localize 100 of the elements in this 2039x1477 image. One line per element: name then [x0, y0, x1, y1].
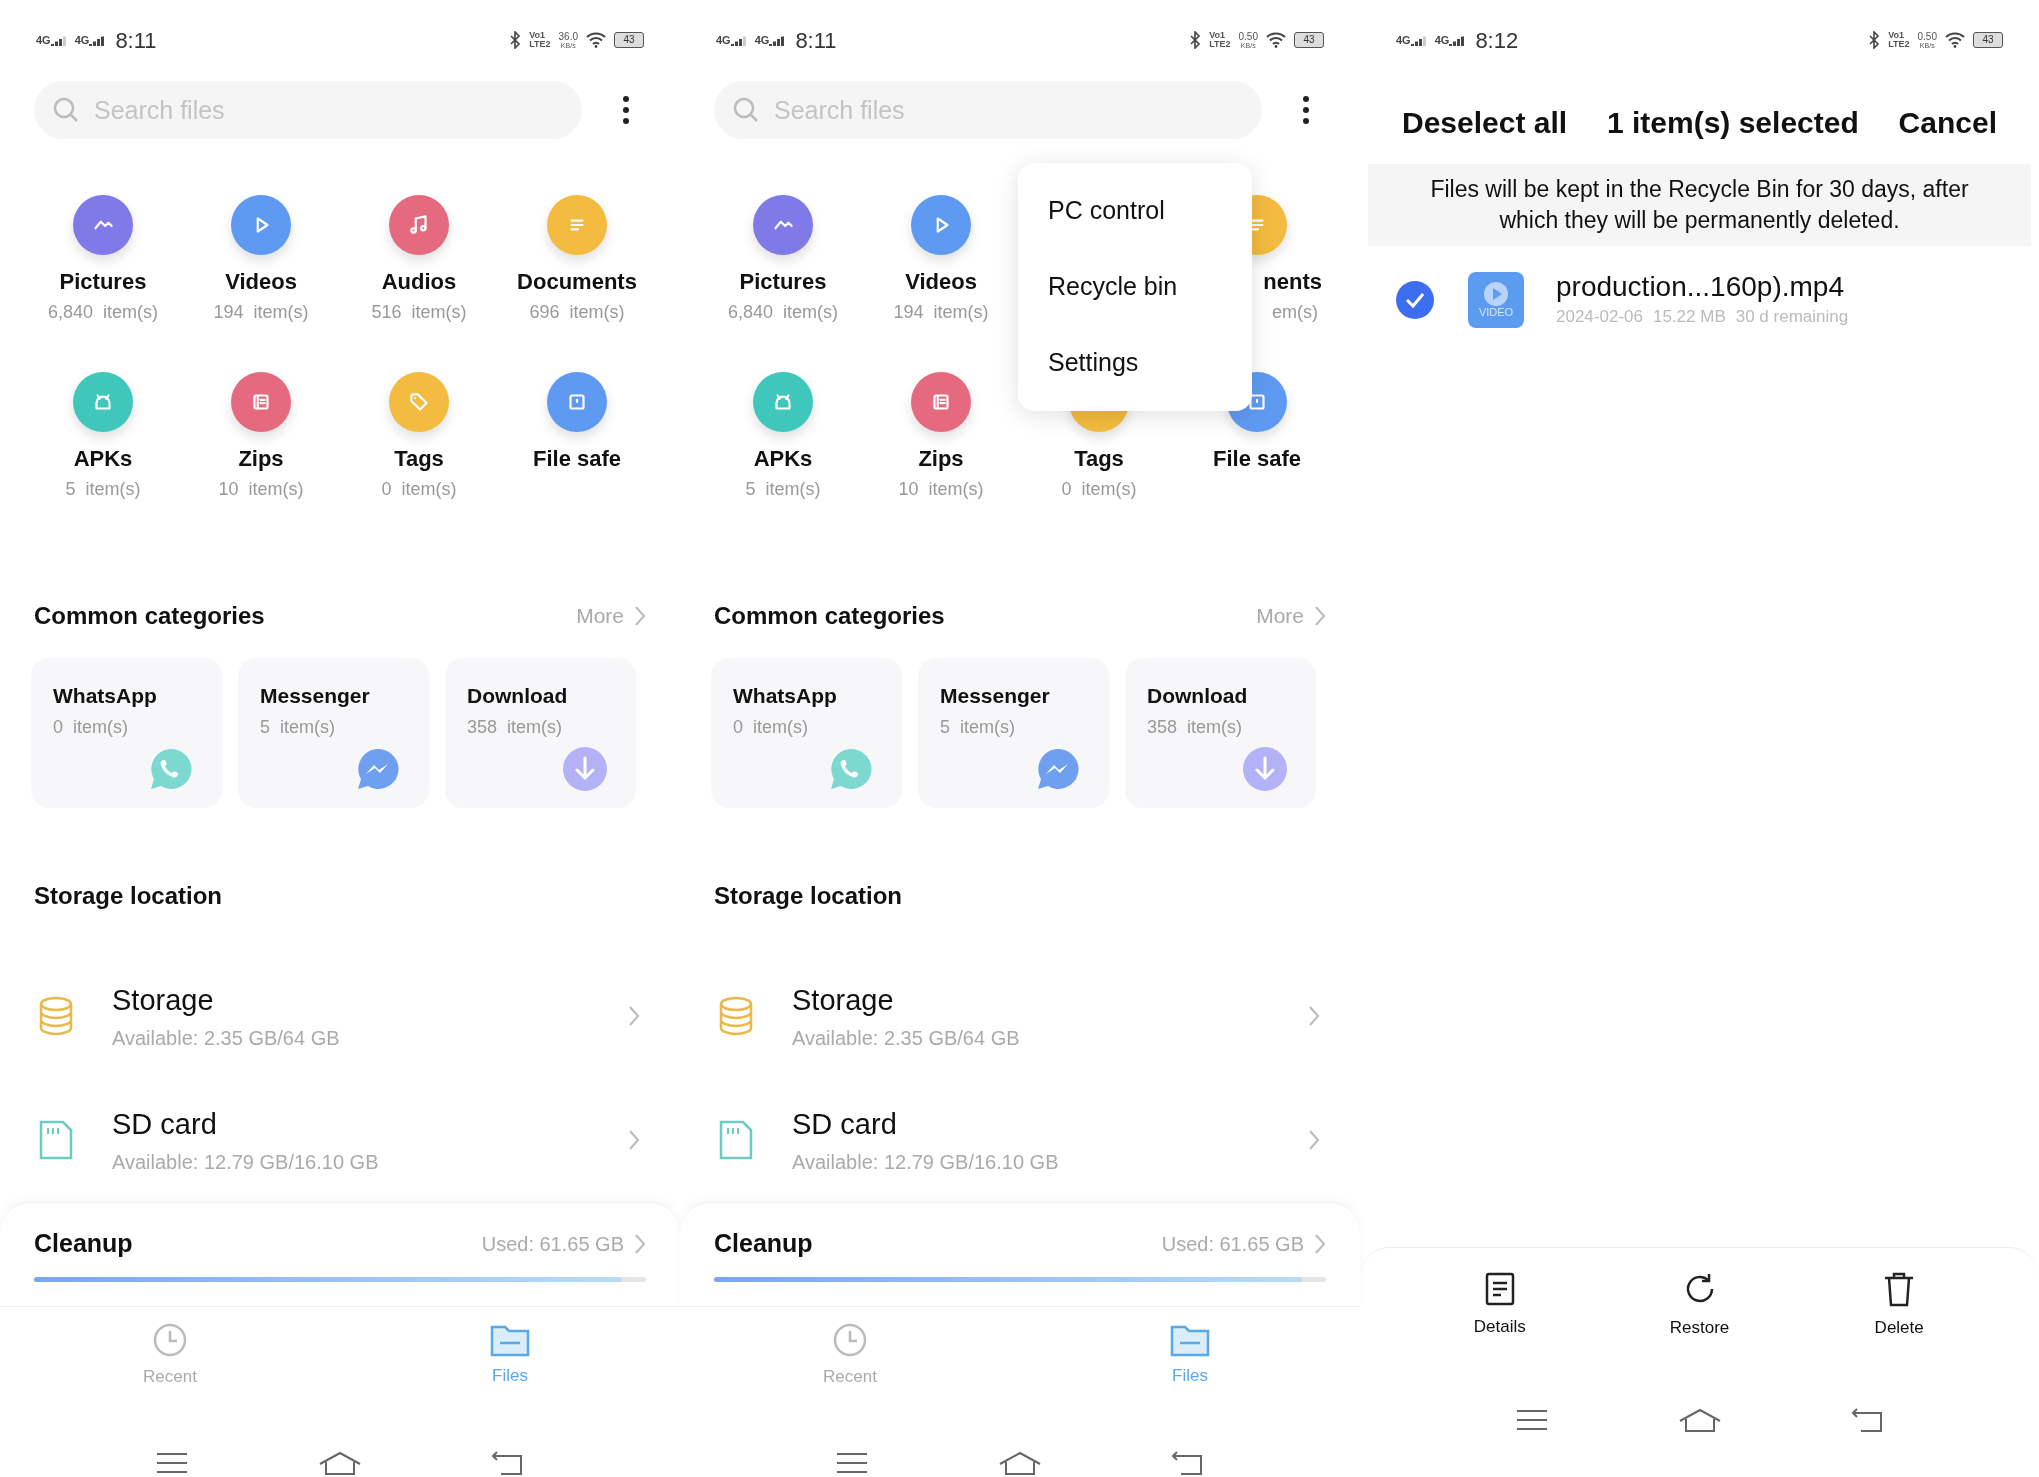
folder-icon — [490, 1323, 530, 1358]
chevron-right-icon — [1314, 1232, 1326, 1255]
home-icon[interactable] — [318, 1449, 362, 1476]
network-label: 4G — [36, 34, 51, 46]
more-options-icon[interactable] — [1302, 95, 1310, 125]
menu-item[interactable]: Settings — [1018, 344, 1252, 382]
signal-icon — [769, 35, 786, 46]
search-icon — [732, 96, 760, 124]
file-meta: 15.22 MB — [1652, 306, 1726, 328]
category-card[interactable]: WhatsApp 0 item(s) — [31, 658, 222, 808]
storage-detail: Available: 12.79 GB/16.10 GB — [112, 1149, 380, 1175]
menu-icon[interactable] — [834, 1450, 869, 1475]
card-title: WhatsApp — [733, 683, 838, 709]
category-card[interactable]: Download 358 item(s) — [1125, 658, 1316, 808]
search-icon — [52, 96, 80, 124]
storage-detail: Available: 2.35 GB/64 GB — [792, 1025, 1021, 1051]
volte-label: Vo1 — [529, 31, 547, 40]
category-label: APKs — [753, 446, 813, 472]
storage-detail: Available: 12.79 GB/16.10 GB — [792, 1149, 1060, 1175]
menu-icon[interactable] — [154, 1450, 189, 1475]
play-icon — [1483, 281, 1509, 308]
used-label: Used: 61.65 GB — [481, 1231, 624, 1257]
category-card[interactable]: Messenger 5 item(s) — [238, 658, 429, 808]
menu-item[interactable]: PC control — [1018, 192, 1252, 230]
card-count: 5 item(s) — [260, 715, 336, 739]
category-label: File safe — [1212, 446, 1301, 472]
more-options-icon[interactable] — [622, 95, 630, 125]
signal-icon — [1449, 35, 1466, 46]
card-count: 0 item(s) — [733, 715, 809, 739]
section-title: Storage location — [33, 881, 224, 911]
menu-item[interactable]: Recycle bin — [1018, 268, 1252, 306]
deselect-all-button[interactable]: Deselect all — [1402, 99, 1568, 145]
volte-label: Vo1 — [1209, 31, 1227, 40]
cleanup-panel[interactable]: Cleanup Used: 61.65 GB — [680, 1202, 1360, 1306]
battery-indicator: 43 — [1294, 32, 1324, 48]
bluetooth-icon — [1868, 31, 1881, 49]
card-count: 0 item(s) — [53, 715, 129, 739]
category-card[interactable]: Download 358 item(s) — [445, 658, 636, 808]
wifi-icon — [586, 32, 606, 48]
category-count: 5 item(s) — [745, 478, 821, 500]
check-icon — [1405, 291, 1425, 308]
file-row[interactable]: VIDEO production...160p).mp4 2024-02-06 15.22 MB 30 d remaining — [1360, 246, 2039, 330]
storage-row[interactable]: SD card Available: 12.79 GB/16.10 GB — [680, 1078, 1360, 1202]
used-label: Used: 61.65 GB — [1161, 1231, 1304, 1257]
card-title: Messenger — [260, 683, 371, 709]
card-count: 5 item(s) — [940, 715, 1016, 739]
clock-time: 8:12 — [1475, 26, 1519, 55]
action-button[interactable]: Details — [1400, 1248, 1600, 1363]
category-label: Videos — [225, 269, 297, 295]
signal-icon — [50, 35, 67, 46]
card-title: Download — [467, 683, 569, 709]
chevron-right-icon — [1314, 605, 1326, 627]
menu-icon[interactable] — [1514, 1408, 1549, 1432]
sd-card-icon — [38, 1120, 74, 1160]
cleanup-panel[interactable]: Cleanup Used: 61.65 GB — [0, 1202, 680, 1306]
storage-name: SD card — [792, 1107, 898, 1143]
file-meta: 2024-02-06 — [1556, 306, 1643, 328]
category-label: Zips — [238, 446, 284, 472]
video-thumbnail: VIDEO — [1468, 271, 1524, 328]
home-icon[interactable] — [998, 1449, 1042, 1476]
category-card[interactable]: Messenger 5 item(s) — [918, 658, 1109, 808]
chevron-right-icon — [634, 605, 646, 627]
category-count: 0 item(s) — [1061, 478, 1137, 500]
home-icon[interactable] — [1677, 1407, 1722, 1433]
storage-row[interactable]: Storage Available: 2.35 GB/64 GB — [0, 954, 680, 1078]
wifi-icon — [1266, 32, 1286, 48]
card-title: WhatsApp — [53, 683, 158, 709]
selection-title: 1 item(s) selected — [1606, 104, 1859, 141]
category-label: File safe — [532, 446, 621, 472]
volte-label: Vo1 — [1888, 31, 1906, 40]
clock-time: 8:11 — [115, 26, 157, 55]
category-card[interactable]: WhatsApp 0 item(s) — [711, 658, 902, 808]
card-title: Messenger — [940, 683, 1051, 709]
action-button[interactable]: Restore — [1599, 1248, 1800, 1363]
card-count: 358 item(s) — [1147, 715, 1244, 739]
section-title: Common categories — [714, 601, 945, 631]
storage-row[interactable]: Storage Available: 2.35 GB/64 GB — [680, 954, 1360, 1078]
category-count: em(s) — [1272, 301, 1319, 323]
category-count: 516 item(s) — [371, 301, 467, 323]
cancel-button[interactable]: Cancel — [1898, 99, 1997, 145]
volte-label: LTE2 — [1209, 40, 1231, 49]
category-label: Videos — [905, 269, 977, 295]
action-button[interactable]: Delete — [1799, 1248, 1999, 1363]
network-label: 4G — [1434, 34, 1450, 46]
category-label: nents — [1263, 269, 1323, 295]
checkbox[interactable] — [1396, 280, 1434, 319]
chevron-right-icon — [628, 1005, 640, 1027]
folder-icon — [1170, 1323, 1210, 1358]
category-label: Tags — [1074, 446, 1124, 472]
category-count: 194 item(s) — [213, 301, 309, 323]
clock-time: 8:11 — [795, 26, 837, 55]
battery-indicator: 43 — [614, 32, 644, 48]
back-icon[interactable] — [1850, 1407, 1885, 1433]
speed-label: 0.50 — [1917, 31, 1937, 42]
storage-detail: Available: 2.35 GB/64 GB — [112, 1025, 341, 1051]
storage-row[interactable]: SD card Available: 12.79 GB/16.10 GB — [0, 1078, 680, 1202]
network-label: 4G — [1396, 34, 1411, 46]
section-title: Storage location — [713, 881, 904, 911]
volte-label: LTE2 — [529, 40, 551, 49]
chevron-right-icon — [1308, 1005, 1320, 1027]
